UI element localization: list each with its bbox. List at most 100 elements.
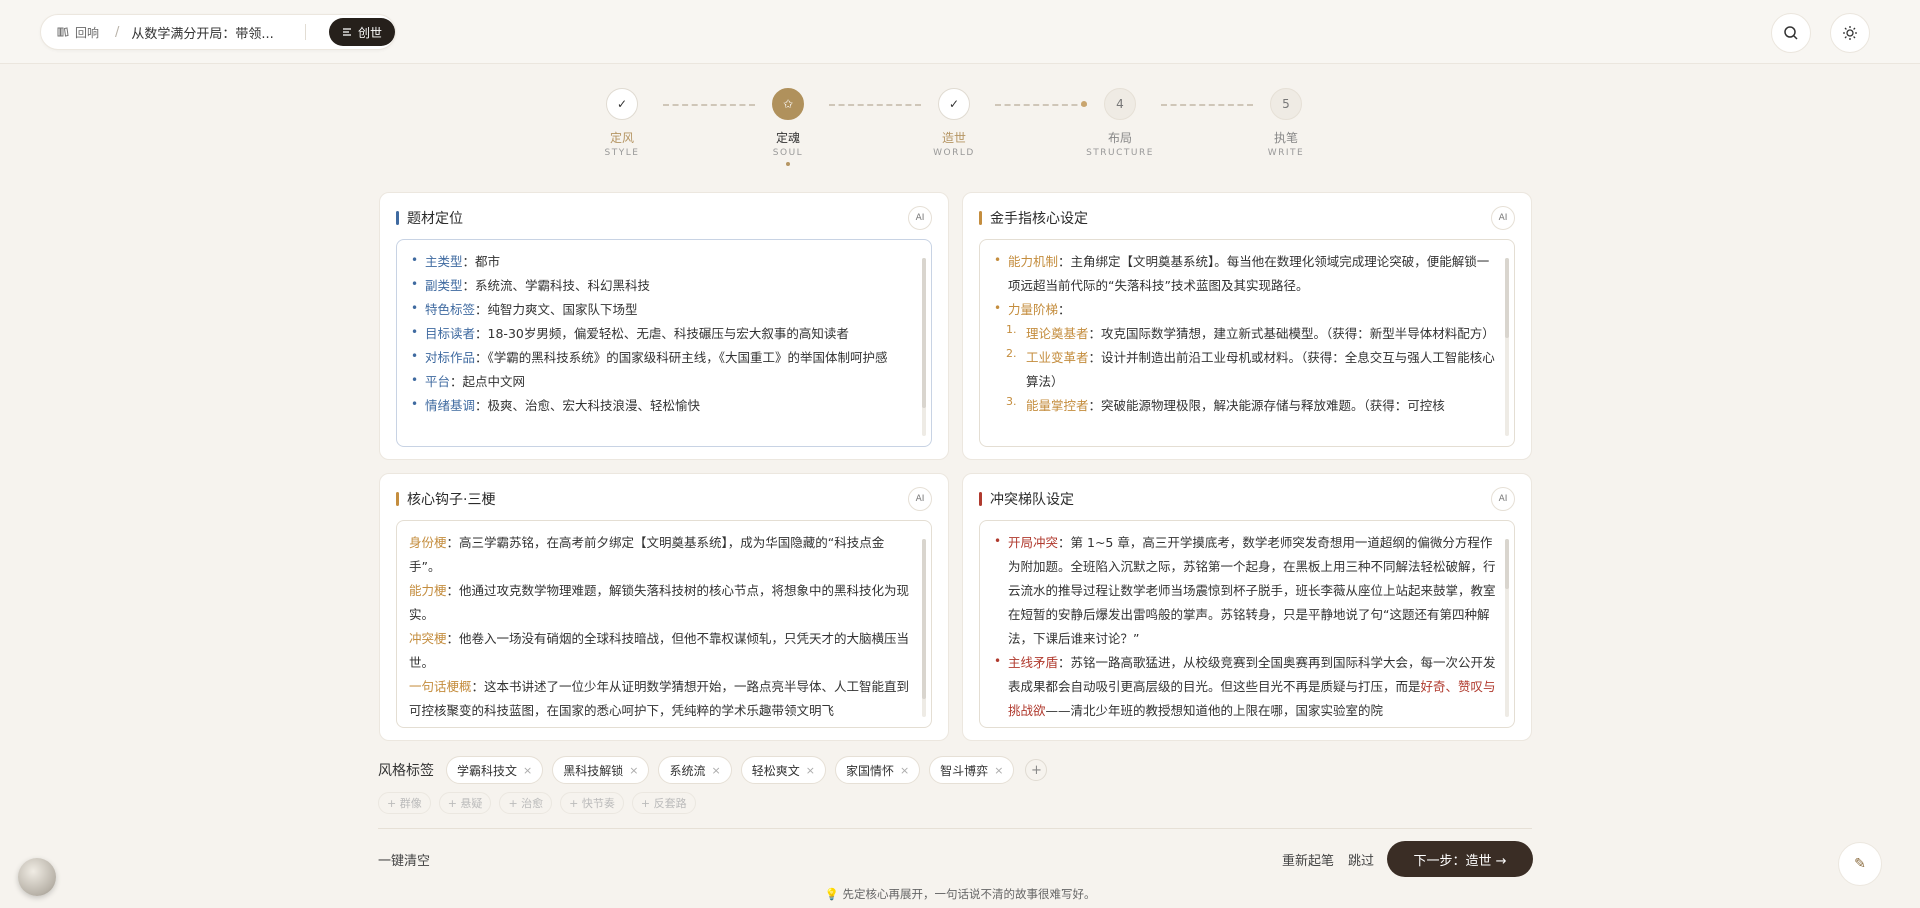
step-sublabel: WORLD <box>933 148 975 158</box>
step-structure[interactable]: 4 布局 STRUCTURE <box>1075 88 1165 158</box>
conflict-card: 冲突梯队设定 AI • 开局冲突：第 1~5 章，高三开学摸底考，数学老师突发奇想… <box>962 473 1532 741</box>
restart-button[interactable]: 重新起笔 <box>1282 850 1334 869</box>
step-sublabel: STYLE <box>604 148 640 158</box>
card-title: 冲突梯队设定 <box>990 492 1074 508</box>
sun-icon <box>1843 26 1857 40</box>
library-icon <box>57 27 69 37</box>
suggested-tag[interactable]: + 群像 <box>378 792 431 814</box>
style-tag[interactable]: 智斗博弈 × <box>929 756 1015 784</box>
assistant-icon: ✎ <box>1854 856 1866 872</box>
hooks-card: 核心钩子·三梗 AI 身份梗：高三学霸苏铭，在高考前夕绑定【文明奠基系统】，成为… <box>379 473 949 741</box>
scrollbar[interactable] <box>922 539 926 717</box>
ai-button[interactable]: AI <box>1491 487 1515 511</box>
divider <box>378 828 1532 829</box>
style-tag[interactable]: 家国情怀 × <box>834 756 921 784</box>
scrollbar[interactable] <box>1505 258 1509 436</box>
add-tag-button[interactable]: + <box>1025 759 1048 781</box>
back-link[interactable]: 回响 <box>57 24 99 41</box>
remove-tag-icon[interactable]: × <box>900 764 909 777</box>
create-button[interactable]: 创世 <box>329 18 395 46</box>
breadcrumb: 回响 / 从数学满分开局：带领... 创世 <box>40 14 396 50</box>
suggested-tag[interactable]: + 治愈 <box>499 792 553 814</box>
numbered-item: 1. 理论奠基者：攻克国际数学猜想，建立新式基础模型。（获得：新型半导体材料配方） <box>1006 323 1495 341</box>
list-item: • 平台：起点中文网 <box>411 373 526 389</box>
suggested-tag[interactable]: + 反套路 <box>631 792 696 814</box>
remove-tag-icon[interactable]: × <box>994 764 1003 777</box>
genre-editor[interactable]: • 主类型：都市 • 副类型：系统流、学霸科技、科幻黑科技 • 特色标签：纯智力爽文、… <box>396 239 932 447</box>
style-tag[interactable]: 轻松爽文 × <box>740 756 826 784</box>
theme-toggle-button[interactable] <box>1830 13 1870 53</box>
avatar[interactable] <box>18 858 56 896</box>
step-sublabel: STRUCTURE <box>1086 148 1154 158</box>
suggested-tag[interactable]: + 悬疑 <box>438 792 492 814</box>
style-tags: 风格标签 学霸科技文 × 黑科技解锁 × 系统流 × 轻松爽文 × 家国情怀 × 智斗博弈… <box>378 756 1048 784</box>
divider <box>305 24 307 40</box>
clear-all-button[interactable]: 一键清空 <box>378 850 430 869</box>
step-write[interactable]: 5 执笔 WRITE <box>1241 88 1331 158</box>
list-item: • 目标读者：18-30岁男频，偏爱轻松、无虐、科技碾压与宏大叙事的高知读者 <box>411 325 849 341</box>
style-tags-label: 风格标签 <box>378 763 434 779</box>
goldfinger-editor[interactable]: • 能力机制：主角绑定【文明奠基系统】。每当他在数理化领域完成理论突破，便能解锁一… <box>979 239 1515 447</box>
list-item: • 能力机制：主角绑定【文明奠基系统】。每当他在数理化领域完成理论突破，便能解锁一… <box>994 253 1490 293</box>
hook-paragraph: 身份梗：高三学霸苏铭，在高考前夕绑定【文明奠基系统】，成为华国隐藏的“科技点金手… <box>409 535 885 574</box>
list-item: • 开局冲突：第 1~5 章，高三开学摸底考，数学老师突发奇想用一道超纲的偏微分方… <box>994 534 1496 646</box>
step-style[interactable]: ✓ 定风 STYLE <box>577 88 667 158</box>
card-accent <box>979 492 982 506</box>
step-sublabel: WRITE <box>1267 148 1305 158</box>
menu-lines-icon <box>342 28 351 36</box>
step-soul[interactable]: ✩ 定魂 SOUL <box>743 88 833 166</box>
assistant-button[interactable]: ✎ <box>1838 842 1882 886</box>
card-title: 核心钩子·三梗 <box>407 492 496 508</box>
breadcrumb-separator: / <box>115 24 120 40</box>
style-tag[interactable]: 黑科技解锁 × <box>552 756 650 784</box>
list-item: • 情绪基调：极爽、治愈、宏大科技浪漫、轻松愉快 <box>411 397 701 413</box>
card-title: 题材定位 <box>407 211 463 227</box>
remove-tag-icon[interactable]: × <box>523 764 532 777</box>
suggested-tag[interactable]: + 快节奏 <box>560 792 624 814</box>
ai-button[interactable]: AI <box>908 487 932 511</box>
step-world[interactable]: ✓ 造世 WORLD <box>909 88 999 158</box>
step-number: 4 <box>1104 88 1136 120</box>
genre-card: 题材定位 AI • 主类型：都市 • 副类型：系统流、学霸科技、科幻黑科技 • 特色标… <box>379 192 949 460</box>
hooks-editor[interactable]: 身份梗：高三学霸苏铭，在高考前夕绑定【文明奠基系统】，成为华国隐藏的“科技点金手… <box>396 520 932 728</box>
conflict-editor[interactable]: • 开局冲突：第 1~5 章，高三开学摸底考，数学老师突发奇想用一道超纲的偏微分方… <box>979 520 1515 728</box>
top-bar: 回响 / 从数学满分开局：带领... 创世 <box>0 0 1920 64</box>
search-button[interactable] <box>1771 13 1811 53</box>
scrollbar[interactable] <box>1505 539 1509 717</box>
card-accent <box>396 211 399 225</box>
step-connector <box>1161 104 1253 106</box>
create-label: 创世 <box>357 25 382 40</box>
list-item: • 特色标签：纯智力爽文、国家队下场型 <box>411 301 638 317</box>
numbered-item: 2. 工业变革者：设计并制造出前沿工业母机或材料。（获得：全息交互与强人工智能核心… <box>1006 347 1495 389</box>
hook-paragraph: 冲突梗：他卷入一场没有硝烟的全球科技暗战，但他不靠权谋倾轧，只凭天才的大脑横压当… <box>409 631 910 670</box>
list-item: • 主线矛盾：苏铭一路高歌猛进，从校级竞赛到全国奥赛再到国际科学大会，每一次公开发… <box>994 654 1496 718</box>
card-accent <box>396 492 399 506</box>
remove-tag-icon[interactable]: × <box>711 764 720 777</box>
step-label: 造世 <box>941 131 966 145</box>
style-tag[interactable]: 学霸科技文 × <box>446 756 544 784</box>
star-icon: ✩ <box>772 88 804 120</box>
document-title[interactable]: 从数学满分开局：带领... <box>131 23 303 42</box>
ai-button[interactable]: AI <box>908 206 932 230</box>
step-label: 定风 <box>609 131 634 145</box>
list-item: • 力量阶梯： <box>994 301 1071 317</box>
ai-button[interactable]: AI <box>1491 206 1515 230</box>
search-icon <box>1784 26 1798 40</box>
next-step-button[interactable]: 下一步：造世 → <box>1387 841 1533 877</box>
goldfinger-card: 金手指核心设定 AI • 能力机制：主角绑定【文明奠基系统】。每当他在数理化领域完… <box>962 192 1532 460</box>
step-connector <box>829 104 921 106</box>
tag-suggestions: + 群像 + 悬疑 + 治愈 + 快节奏 + 反套路 <box>378 792 704 814</box>
remove-tag-icon[interactable]: × <box>629 764 638 777</box>
card-title: 金手指核心设定 <box>990 211 1088 227</box>
tip-text: 💡 先定核心再展开，一句话说不清的故事很难写好。 <box>824 887 1096 901</box>
step-sublabel: SOUL <box>772 148 804 158</box>
remove-tag-icon[interactable]: × <box>806 764 815 777</box>
hook-paragraph: 能力梗：他通过攻克数学物理难题，解锁失落科技树的核心节点，将想象中的黑科技化为现… <box>409 583 910 622</box>
list-item: • 对标作品：《学霸的黑科技系统》的国家级科研主线，《大国重工》的举国体制呵护感 <box>411 349 888 365</box>
style-tag[interactable]: 系统流 × <box>658 756 732 784</box>
card-accent <box>979 211 982 225</box>
step-number: 5 <box>1270 88 1302 120</box>
scrollbar[interactable] <box>922 258 926 436</box>
skip-button[interactable]: 跳过 <box>1348 850 1374 869</box>
progress-stepper: ✓ 定风 STYLE ✩ 定魂 SOUL ✓ 造世 WORLD 4 布局 STR… <box>600 88 1320 178</box>
